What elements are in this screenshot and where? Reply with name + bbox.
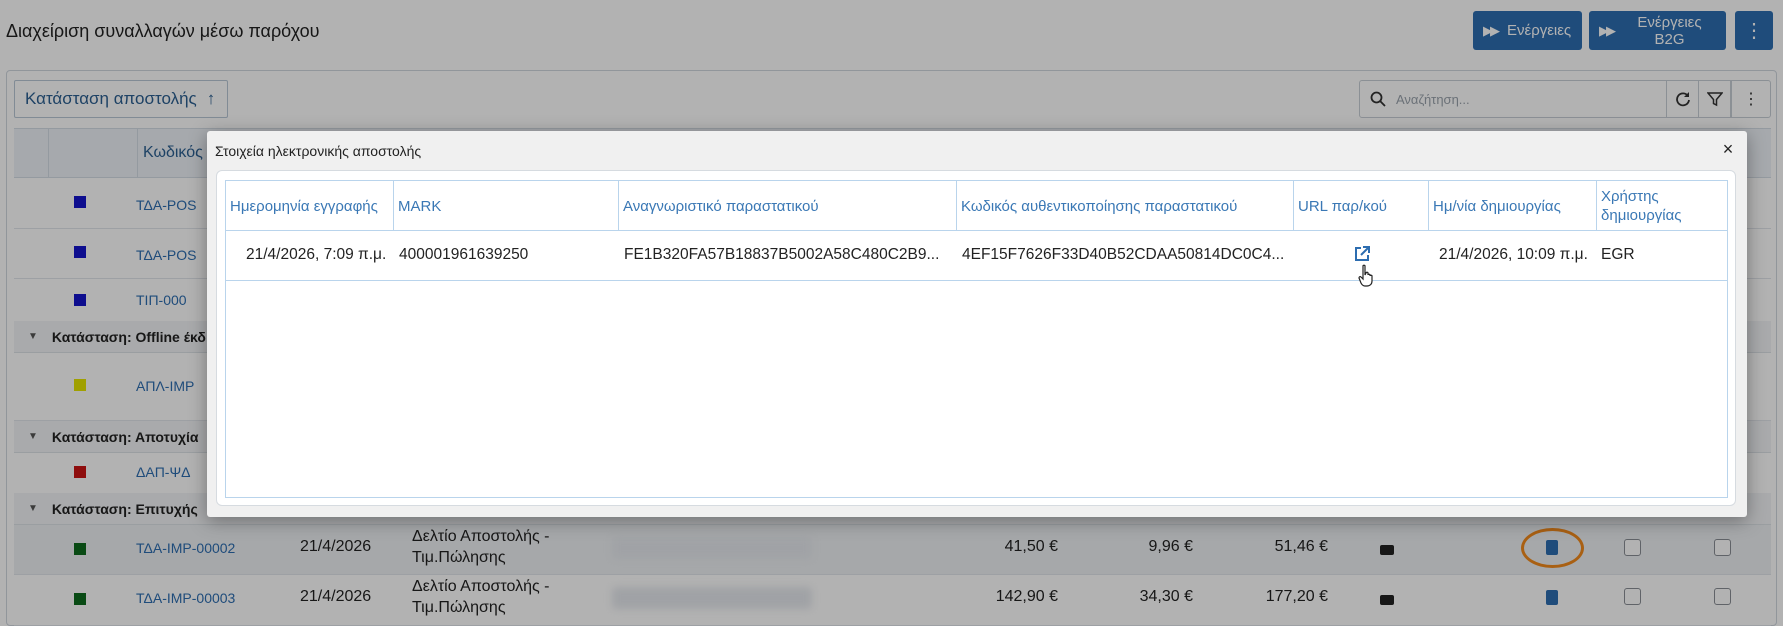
modal-title: Στοιχεία ηλεκτρονικής αποστολής (215, 143, 422, 159)
reg-date-cell: 21/4/2026, 7:09 π.μ. (246, 246, 387, 263)
hand-cursor-icon (1358, 264, 1373, 287)
created-user-cell: EGR (1601, 246, 1635, 263)
doc-id-cell: FE1B320FA57B18837B5002A58C480C2B9... (624, 246, 940, 263)
mark-cell: 400001961639250 (399, 246, 529, 263)
modal-body: Ημερομηνία εγγραφής MARK Αναγνωριστικό π… (216, 170, 1736, 506)
created-date-cell: 21/4/2026, 10:09 π.μ. (1439, 246, 1588, 263)
close-icon[interactable]: × (1718, 140, 1738, 160)
column-header-reg-date[interactable]: Ημερομηνία εγγραφής (226, 181, 394, 231)
e-delivery-details-modal: Στοιχεία ηλεκτρονικής αποστολής × Ημερομ… (207, 131, 1747, 517)
column-header-url[interactable]: URL παρ/κού (1294, 181, 1429, 231)
table-row[interactable]: 21/4/2026, 7:09 π.μ. 400001961639250 FE1… (226, 231, 1727, 287)
delivery-table-header: Ημερομηνία εγγραφής MARK Αναγνωριστικό π… (226, 181, 1727, 231)
auth-code-cell: 4EF15F7626F33D40B52CDAA50814DC0C4... (962, 246, 1285, 263)
column-header-mark[interactable]: MARK (394, 181, 619, 231)
delivery-table: Ημερομηνία εγγραφής MARK Αναγνωριστικό π… (225, 180, 1728, 498)
column-header-created-user[interactable]: Χρήστης δημιουργίας (1597, 181, 1728, 231)
column-header-auth-code[interactable]: Κωδικός αυθεντικοποίησης παραστατικού (957, 181, 1294, 231)
external-link-icon[interactable] (1352, 244, 1372, 264)
column-header-doc-id[interactable]: Αναγνωριστικό παραστατικού (619, 181, 957, 231)
column-header-created-date[interactable]: Ημ/νία δημιουργίας (1429, 181, 1597, 231)
